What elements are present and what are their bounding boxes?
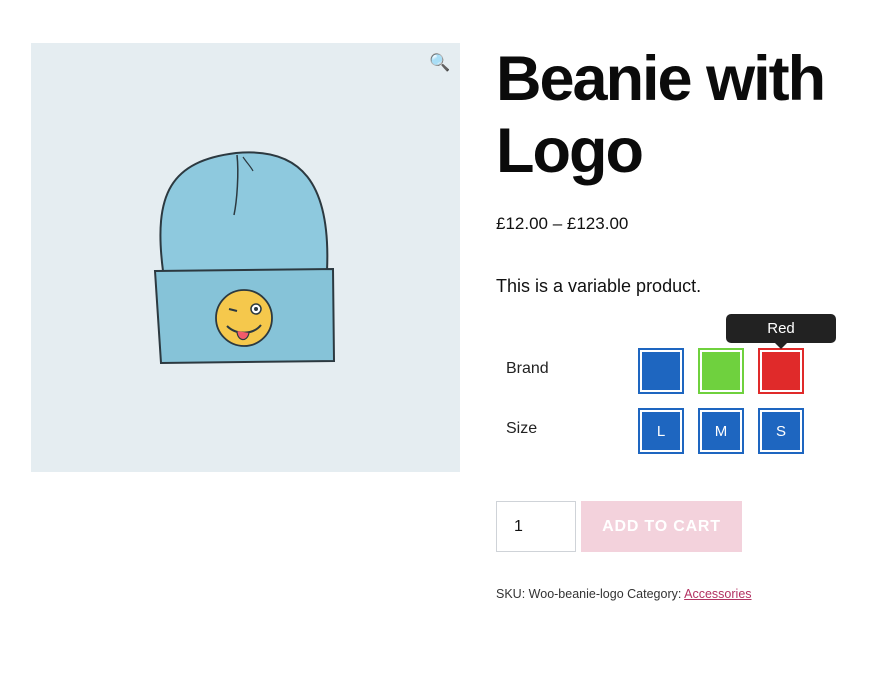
brand-row: Brand Red — [496, 314, 866, 400]
swatch-size-l[interactable]: L — [638, 408, 684, 454]
beanie-image — [153, 151, 336, 365]
add-to-cart-form: ADD TO CART — [496, 501, 742, 552]
add-to-cart-button[interactable]: ADD TO CART — [581, 501, 742, 552]
swatch-size-s[interactable]: S — [758, 408, 804, 454]
product-title: Beanie with Logo — [496, 44, 826, 186]
product-summary: Beanie with Logo £12.00 – £123.00 This i… — [496, 43, 866, 297]
category-label: Category: — [627, 587, 682, 601]
size-row: Size L M S — [496, 400, 866, 460]
variations-form: Brand Red Size L M S — [496, 314, 866, 460]
swatch-green[interactable] — [698, 348, 744, 394]
product-gallery: 🔍 — [31, 43, 460, 472]
quantity-input[interactable] — [496, 501, 576, 552]
category-link[interactable]: Accessories — [684, 587, 751, 601]
product-meta: SKU: Woo-beanie-logo Category: Accessori… — [496, 587, 752, 601]
price-range: £12.00 – £123.00 — [496, 214, 629, 233]
swatch-size-m[interactable]: M — [698, 408, 744, 454]
zoom-icon[interactable]: 🔍 — [429, 52, 451, 74]
brand-swatches — [638, 348, 818, 394]
sku-label: SKU: — [496, 587, 526, 601]
product-description: This is a variable product. — [496, 276, 702, 296]
swatch-tooltip: Red — [726, 314, 836, 349]
swatch-red[interactable] — [758, 348, 804, 394]
sku-value: Woo-beanie-logo — [528, 587, 624, 601]
size-swatches: L M S — [638, 408, 818, 454]
beanie-crown — [159, 151, 329, 272]
swatch-blue[interactable] — [638, 348, 684, 394]
brand-label: Brand — [506, 360, 549, 377]
size-label: Size — [506, 420, 538, 437]
